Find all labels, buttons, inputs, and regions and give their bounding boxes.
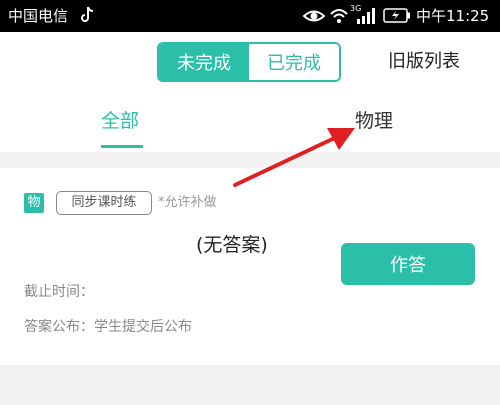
- annotation-arrow-icon: [233, 128, 355, 187]
- segment-finished[interactable]: 已完成: [249, 44, 339, 80]
- old-list-link[interactable]: 旧版列表: [388, 50, 460, 74]
- allow-makeup-note: *允许补做: [158, 195, 217, 210]
- answer-button[interactable]: 作答: [341, 243, 475, 285]
- tab-physics[interactable]: 物理: [355, 108, 393, 134]
- status-bar: 中国电信 3G 中午11:25: [0, 0, 500, 32]
- signal-icon: [357, 8, 375, 24]
- tiktok-icon: [81, 6, 94, 22]
- carrier-label: 中国电信: [8, 7, 69, 25]
- wifi-icon: [330, 9, 348, 23]
- eye-icon: [303, 10, 325, 22]
- clock: 中午11:25: [416, 7, 490, 25]
- subject-badge: 物: [24, 193, 44, 213]
- active-tab-indicator: [101, 145, 143, 148]
- segment-unfinished[interactable]: 未完成: [159, 44, 249, 80]
- battery-icon: [383, 8, 410, 23]
- completion-filter: 未完成 已完成: [157, 42, 341, 82]
- answer-publish-label: 答案公布：学生提交后公布: [24, 319, 192, 335]
- assignment-type-tag: 同步课时练: [56, 191, 152, 215]
- tab-all[interactable]: 全部: [101, 108, 139, 134]
- answer-status: (无答案): [196, 234, 268, 256]
- deadline-label: 截止时间：: [24, 284, 94, 300]
